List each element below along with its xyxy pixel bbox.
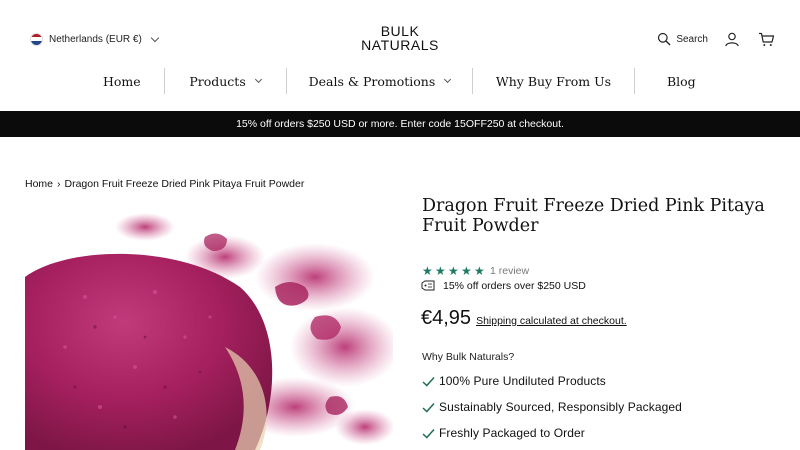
shipping-link[interactable]: Shipping calculated at checkout. [476, 315, 627, 327]
cart-icon [758, 32, 774, 46]
chevron-down-icon [254, 75, 262, 84]
search-label: Search [676, 33, 708, 45]
nav-why-buy-label: Why Buy From Us [495, 73, 612, 89]
announcement-text: 15% off orders $250 USD or more. Enter c… [236, 118, 564, 130]
breadcrumb: Home › Dragon Fruit Freeze Dried Pink Pi… [25, 178, 304, 190]
chevron-down-icon [150, 33, 160, 42]
review-count: 1 review [490, 265, 530, 277]
country-label: Netherlands (EUR €) [49, 33, 142, 45]
nav-home[interactable]: Home [80, 68, 165, 94]
chevron-down-icon [444, 75, 452, 84]
nav-home-label: Home [102, 73, 141, 89]
account-button[interactable] [722, 30, 742, 48]
dragon-fruit-powder-image [25, 197, 393, 450]
benefit-label: Freshly Packaged to Order [439, 426, 585, 440]
site-logo[interactable]: BULK NATURALS [350, 24, 450, 52]
site-header: Netherlands (EUR €) BULK NATURALS Search [0, 0, 800, 110]
product-title: Dragon Fruit Freeze Dried Pink Pitaya Fr… [422, 196, 765, 236]
price-row: €4,95 Shipping calculated at checkout. [421, 307, 627, 330]
nav-blog-label: Blog [666, 73, 696, 89]
shipping-note: Shipping calculated at checkout. [476, 315, 627, 327]
country-selector[interactable]: Netherlands (EUR €) [30, 31, 160, 47]
star-icon: ★ [435, 264, 446, 278]
benefit-label: Sustainably Sourced, Responsibly Package… [439, 400, 682, 414]
star-icon: ★ [461, 264, 472, 278]
nav-why-buy[interactable]: Why Buy From Us [473, 68, 635, 94]
search-button[interactable]: Search [657, 32, 708, 46]
product-image[interactable] [25, 197, 393, 450]
star-icon: ★ [474, 264, 485, 278]
star-icon: ★ [422, 264, 433, 278]
logo-line-2: NATURALS [361, 37, 439, 53]
nav-deals[interactable]: Deals & Promotions [287, 68, 474, 94]
breadcrumb-home-link[interactable]: Home [25, 178, 53, 190]
header-actions: Search [657, 30, 776, 48]
cart-button[interactable] [756, 30, 776, 48]
nav-products[interactable]: Products [165, 68, 287, 94]
promo-text: 15% off orders over $250 USD [443, 280, 586, 292]
product-rating[interactable]: ★ ★ ★ ★ ★ 1 review [422, 265, 529, 277]
nl-flag-icon [30, 32, 43, 46]
star-icon: ★ [448, 264, 459, 278]
breadcrumb-current: Dragon Fruit Freeze Dried Pink Pitaya Fr… [64, 178, 305, 190]
product-price: €4,95 [421, 307, 472, 329]
benefit-item: Freshly Packaged to Order [422, 426, 585, 440]
nav-blog[interactable]: Blog [635, 68, 728, 94]
account-icon [725, 32, 739, 47]
breadcrumb-separator: › [57, 178, 61, 190]
checkmark-icon [422, 402, 435, 413]
star-rating: ★ ★ ★ ★ ★ [422, 265, 486, 277]
benefit-item: 100% Pure Undiluted Products [422, 374, 606, 388]
logo-line-1: BULK [380, 23, 420, 39]
announcement-bar: 15% off orders $250 USD or more. Enter c… [0, 111, 800, 137]
search-icon [658, 32, 671, 46]
checkmark-icon [422, 376, 435, 387]
main-nav: Home Products Deals & Promotions Why Buy… [80, 68, 728, 94]
checkmark-icon [422, 428, 435, 439]
why-heading: Why Bulk Naturals? [422, 351, 515, 363]
nav-products-label: Products [189, 73, 246, 89]
benefit-label: 100% Pure Undiluted Products [439, 374, 606, 388]
promo-line: 15% off orders over $250 USD [421, 280, 586, 292]
nav-deals-label: Deals & Promotions [308, 73, 436, 89]
benefit-item: Sustainably Sourced, Responsibly Package… [422, 400, 682, 414]
tag-icon [421, 280, 435, 291]
